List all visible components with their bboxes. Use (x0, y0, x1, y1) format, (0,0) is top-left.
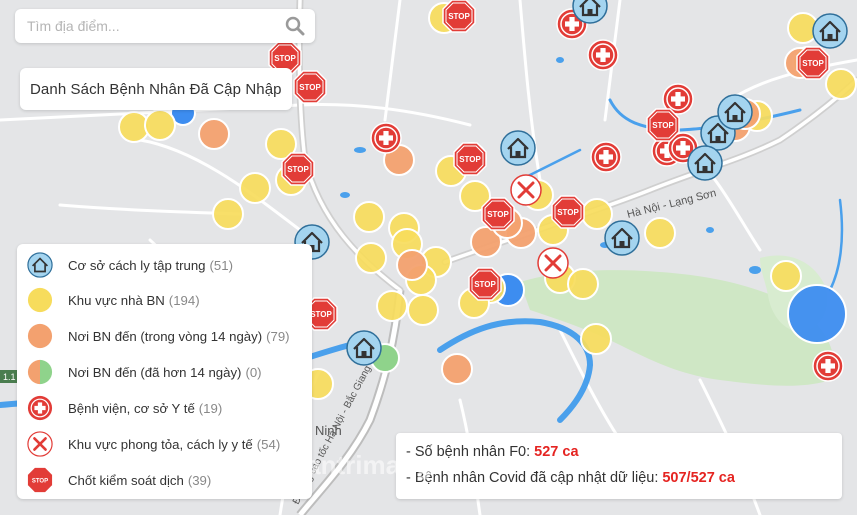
legend-label: Bệnh viện, cơ sở Y tế (68, 400, 195, 416)
search-box[interactable] (15, 9, 315, 43)
legend-label: Khu vực phong tỏa, cách ly y tế (68, 436, 253, 452)
search-input[interactable] (25, 17, 279, 35)
orange-circle-icon (27, 323, 53, 349)
patient-cluster-large[interactable] (787, 284, 847, 344)
legend-label: Nơi BN đến (trong vòng 14 ngày) (68, 328, 263, 344)
legend-count: (19) (198, 400, 223, 416)
stat-f0-value: 527 ca (534, 444, 579, 460)
yellow-circle-icon (27, 287, 53, 313)
svg-text:STOP: STOP (32, 478, 48, 484)
stat-updated: - Bệnh nhân Covid đã cập nhật dữ liệu: 50… (406, 470, 735, 486)
legend-label: Khu vực nhà BN (68, 292, 165, 308)
legend-label: Chốt kiểm soát dịch (68, 472, 184, 488)
stat-f0-label: - Số bệnh nhân F0: (406, 444, 531, 460)
legend-item-visited-old[interactable]: Nơi BN đến (đã hơn 14 ngày) (0) (27, 359, 262, 385)
legend-count: (194) (168, 292, 200, 308)
legend-count: (54) (256, 436, 281, 452)
legend-item-checkpoint[interactable]: STOP Chốt kiểm soát dịch (39) (27, 467, 211, 493)
house-icon (27, 252, 53, 278)
x-circle-icon (27, 431, 53, 457)
svg-text:1.1: 1.1 (3, 372, 16, 382)
patient-list-button-label: Danh Sách Bệnh Nhân Đã Cập Nhập (30, 80, 282, 98)
legend-item-quarantine[interactable]: Cơ sở cách ly tập trung (51) (27, 252, 233, 278)
legend-label: Nơi BN đến (đã hơn 14 ngày) (68, 364, 242, 380)
place-label-ninh: Ninh (315, 423, 342, 438)
legend-item-visited-recent[interactable]: Nơi BN đến (trong vòng 14 ngày) (79) (27, 323, 290, 349)
stop-sign-icon: STOP (27, 467, 53, 493)
stat-updated-value: 507/527 ca (662, 470, 735, 486)
split-circle-icon (27, 359, 53, 385)
stat-f0: - Số bệnh nhân F0: 527 ca (406, 444, 579, 460)
search-icon[interactable] (285, 16, 305, 36)
legend-item-home-area[interactable]: Khu vực nhà BN (194) (27, 287, 200, 313)
legend: Cơ sở cách ly tập trung (51) Khu vực nhà… (17, 244, 312, 499)
stat-updated-label: - Bệnh nhân Covid đã cập nhật dữ liệu: (406, 470, 659, 486)
legend-count: (79) (266, 328, 290, 344)
legend-count: (39) (187, 472, 212, 488)
legend-item-lockdown[interactable]: Khu vực phong tỏa, cách ly y tế (54) (27, 431, 280, 457)
stats-panel: - Số bệnh nhân F0: 527 ca - Bệnh nhân Cov… (396, 433, 842, 499)
patient-list-button[interactable]: Danh Sách Bệnh Nhân Đã Cập Nhập (20, 68, 292, 110)
legend-count: (51) (209, 257, 233, 273)
legend-label: Cơ sở cách ly tập trung (68, 257, 206, 273)
legend-count: (0) (245, 364, 262, 380)
legend-item-hospital[interactable]: Bệnh viện, cơ sở Y tế (19) (27, 395, 222, 421)
hospital-cross-icon (27, 395, 53, 421)
